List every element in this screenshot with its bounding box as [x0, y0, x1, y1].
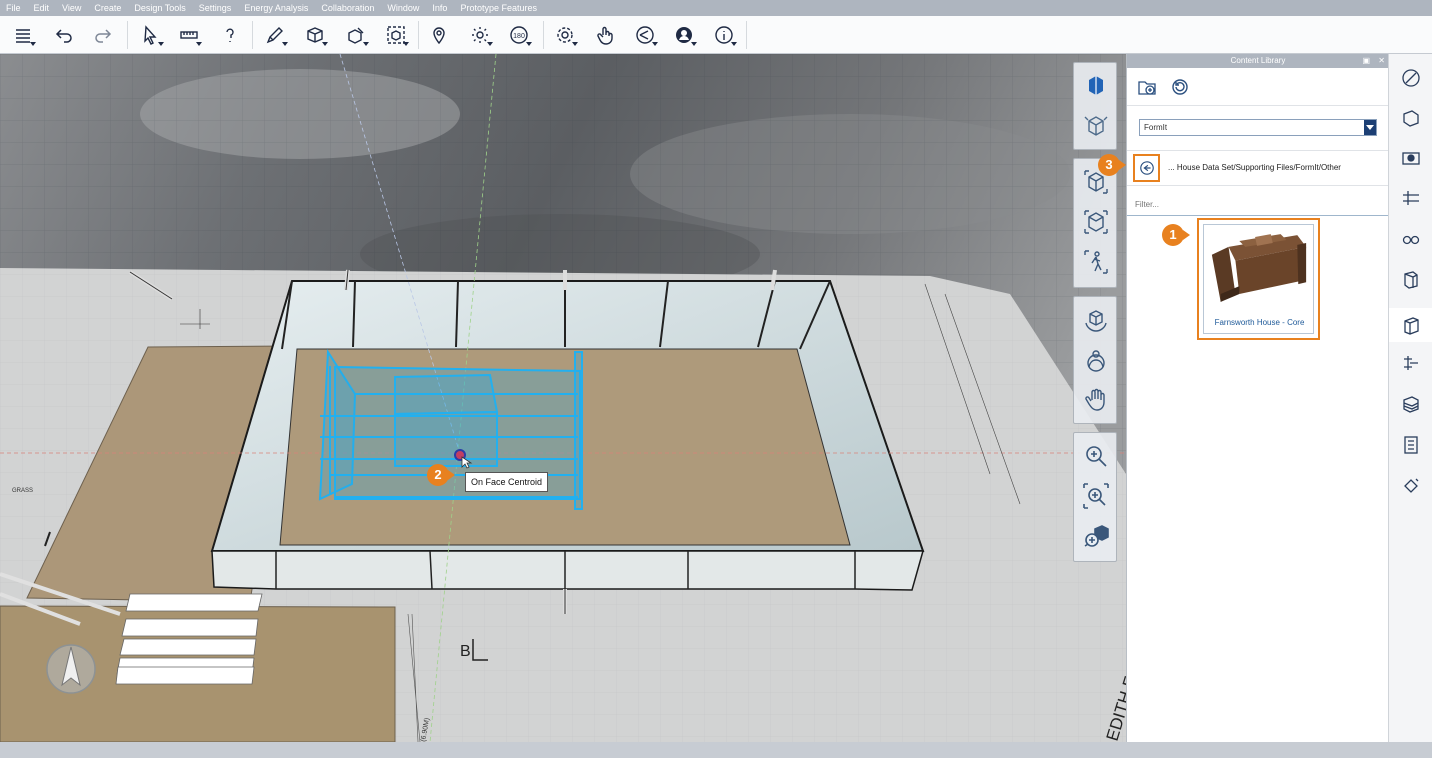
rotate-icon[interactable] [1078, 303, 1114, 337]
chevron-down-icon[interactable] [1364, 120, 1376, 135]
menu-edit[interactable]: Edit [34, 3, 50, 13]
cube-icon[interactable] [302, 22, 328, 48]
measure-icon[interactable] [176, 22, 202, 48]
callout-1: 1 [1162, 224, 1190, 246]
menu-file[interactable]: File [6, 3, 21, 13]
zoom-selected-icon[interactable] [1078, 205, 1114, 239]
library-item[interactable]: Farnsworth House - Core [1197, 218, 1320, 340]
menu-energy-analysis[interactable]: Energy Analysis [244, 3, 308, 13]
main-toolbar: 180 [0, 16, 1432, 54]
scenes-icon[interactable] [1398, 145, 1424, 171]
zoom-icon[interactable] [1078, 439, 1114, 473]
menu-design-tools[interactable]: Design Tools [134, 3, 185, 13]
add-folder-icon[interactable] [1136, 76, 1158, 98]
share-icon[interactable] [632, 22, 658, 48]
walk-icon[interactable] [1078, 245, 1114, 279]
info-icon[interactable] [711, 22, 737, 48]
layers-icon[interactable] [10, 22, 36, 48]
panel-title-text: Content Library [1230, 56, 1286, 65]
restore-icon[interactable]: ▣ [1362, 54, 1370, 68]
svg-text:180: 180 [513, 33, 525, 40]
properties-icon[interactable] [1398, 65, 1424, 91]
orbit-icon[interactable] [1078, 109, 1114, 143]
right-panel-tabs [1388, 54, 1432, 742]
zoom-window-icon[interactable] [1078, 479, 1114, 513]
location-pin-icon[interactable] [426, 22, 452, 48]
panel-title: Content Library ▣ ✕ [1127, 54, 1389, 68]
snap-tooltip: On Face Centroid [465, 472, 549, 492]
formit-window: File Edit View Create Design Tools Setti… [0, 0, 1432, 758]
content-library-icon[interactable] [1389, 308, 1432, 342]
content-library-panel: Content Library ▣ ✕ FormIt ... House Dat… [1098, 54, 1389, 742]
back-button[interactable] [1133, 154, 1160, 182]
zoom-group [1073, 432, 1117, 562]
groups-icon[interactable] [1398, 391, 1424, 417]
farnsworth-core-thumbnail [1204, 225, 1313, 309]
compass-icon[interactable] [46, 644, 96, 694]
scene-canvas: GRASS B EDITH FARNSWORTH HOUSE (6.90M) [0, 54, 1126, 742]
status-bar [0, 742, 1432, 758]
close-icon[interactable]: ✕ [1378, 54, 1385, 68]
undo-icon[interactable] [51, 22, 77, 48]
library-source-select[interactable]: FormIt [1139, 119, 1377, 136]
group-frame-icon[interactable] [383, 22, 409, 48]
look-around-icon[interactable] [1078, 343, 1114, 377]
paint-icon[interactable] [1398, 473, 1424, 499]
orbit-group [1073, 296, 1117, 424]
hand-pointer-icon[interactable] [592, 22, 618, 48]
visibility-icon[interactable] [1398, 226, 1424, 252]
gear-icon[interactable] [552, 22, 578, 48]
menu-create[interactable]: Create [94, 3, 121, 13]
svg-text:GRASS: GRASS [12, 488, 33, 494]
library-source-value: FormIt [1144, 123, 1168, 132]
library-breadcrumb: ... House Data Set/Supporting Files/Form… [1127, 150, 1389, 186]
sketch-pen-icon[interactable] [262, 22, 288, 48]
menu-view[interactable]: View [62, 3, 81, 13]
folder-path: ... House Data Set/Supporting Files/Form… [1168, 163, 1341, 172]
refresh-icon[interactable] [1169, 76, 1191, 98]
callout-3: 3 [1098, 154, 1126, 176]
plugins-icon[interactable] [1398, 432, 1424, 458]
svg-text:B: B [460, 643, 471, 660]
menu-collaboration[interactable]: Collaboration [321, 3, 374, 13]
back-arrow-icon [1139, 161, 1154, 175]
levels-icon[interactable] [1398, 185, 1424, 211]
user-icon[interactable] [671, 22, 697, 48]
pan-hand-icon[interactable] [1078, 383, 1114, 417]
menu-prototype-features[interactable]: Prototype Features [460, 3, 537, 13]
layers-panel-icon[interactable] [1398, 350, 1424, 376]
filter-input[interactable] [1135, 196, 1375, 212]
menu-bar: File Edit View Create Design Tools Setti… [0, 0, 1432, 16]
library-toolbar [1127, 68, 1389, 106]
library-item-tile: Farnsworth House - Core [1203, 224, 1314, 334]
view-cube-group [1073, 62, 1117, 150]
materials-icon[interactable] [1398, 105, 1424, 131]
zoom-view-group [1073, 158, 1117, 288]
menu-window[interactable]: Window [387, 3, 419, 13]
level-icon[interactable]: 180 [506, 22, 532, 48]
sun-icon[interactable] [467, 22, 493, 48]
menu-settings[interactable]: Settings [199, 3, 232, 13]
library-filter [1127, 192, 1389, 216]
select-icon[interactable] [138, 22, 164, 48]
callout-2: 2 [427, 464, 455, 486]
view-cube-icon[interactable] [1078, 69, 1114, 103]
menu-info[interactable]: Info [432, 3, 447, 13]
help-pin-icon[interactable] [217, 22, 243, 48]
library-item-label: Farnsworth House - Core [1214, 318, 1305, 327]
redo-icon[interactable] [90, 22, 116, 48]
zoom-fit-icon[interactable] [1078, 519, 1114, 553]
cube-edit-icon[interactable] [343, 22, 369, 48]
components-icon[interactable] [1398, 267, 1424, 293]
3d-viewport[interactable]: GRASS B EDITH FARNSWORTH HOUSE (6.90M) [0, 54, 1126, 742]
